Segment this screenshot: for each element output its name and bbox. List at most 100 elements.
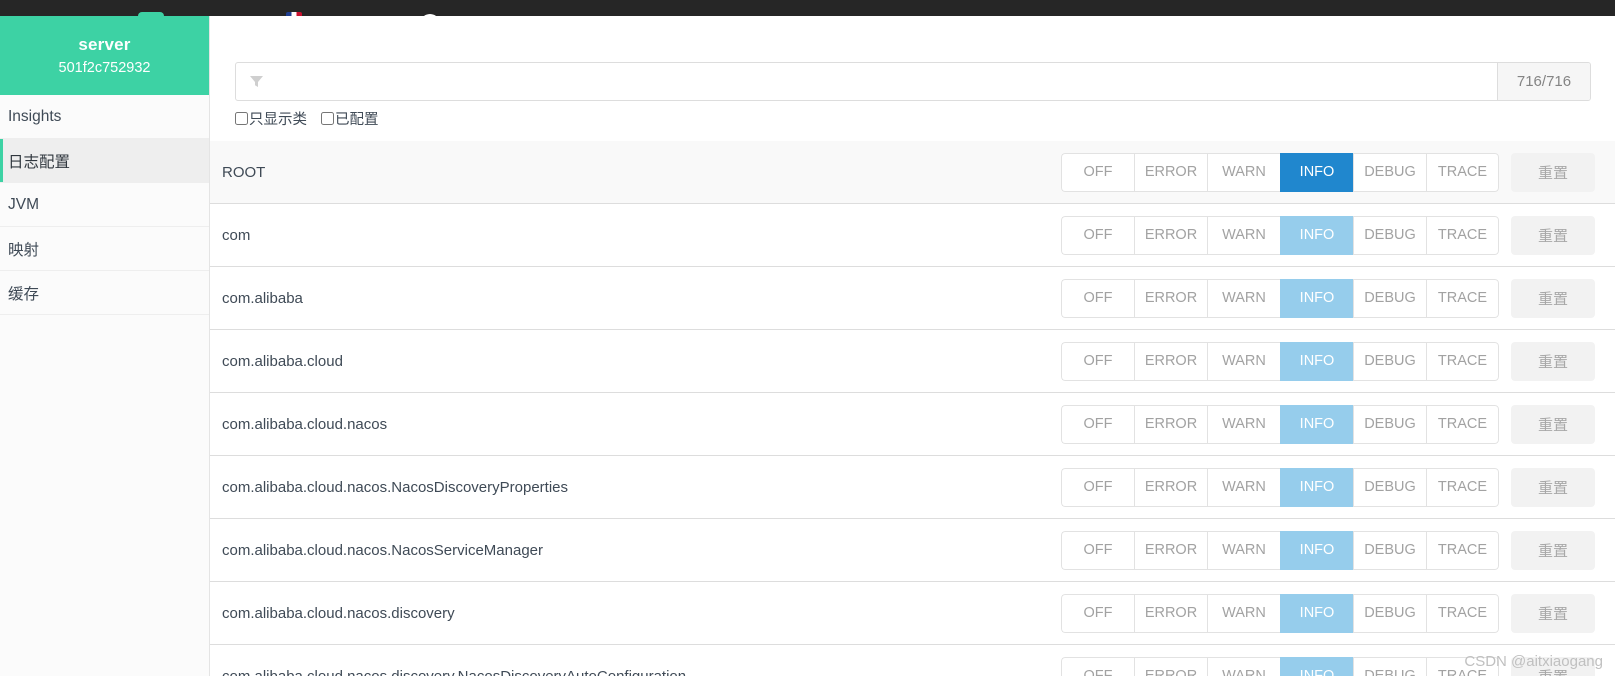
reset-button[interactable]: 重置 <box>1511 215 1595 255</box>
level-button-error[interactable]: ERROR <box>1134 467 1207 507</box>
level-button-trace[interactable]: TRACE <box>1426 404 1499 444</box>
table-row[interactable]: ROOT OFF ERROR WARN INFO DEBUG TRACE 重置 <box>210 141 1615 204</box>
level-button-error[interactable]: ERROR <box>1134 593 1207 633</box>
level-button-warn[interactable]: WARN <box>1207 341 1280 381</box>
logger-name: com.alibaba.cloud <box>222 352 343 370</box>
level-button-off[interactable]: OFF <box>1061 593 1134 633</box>
level-button-off[interactable]: OFF <box>1061 341 1134 381</box>
refresh-icon[interactable] <box>420 14 440 16</box>
level-button-trace[interactable]: TRACE <box>1426 656 1499 676</box>
reset-button[interactable]: 重置 <box>1511 593 1595 633</box>
table-row[interactable]: com.alibaba OFF ERROR WARN INFO DEBUG TRACE 重置 <box>210 267 1615 330</box>
sidebar-item-1[interactable]: 日志配置 <box>0 139 209 183</box>
level-button-warn[interactable]: WARN <box>1207 656 1280 676</box>
sidebar-item-2[interactable]: JVM <box>0 183 209 227</box>
level-button-trace[interactable]: TRACE <box>1426 341 1499 381</box>
flag-icon[interactable] <box>286 12 302 16</box>
level-button-error[interactable]: ERROR <box>1134 530 1207 570</box>
level-button-debug[interactable]: DEBUG <box>1353 530 1426 570</box>
reset-button[interactable]: 重置 <box>1511 404 1595 444</box>
level-button-debug[interactable]: DEBUG <box>1353 467 1426 507</box>
level-button-debug[interactable]: DEBUG <box>1353 278 1426 318</box>
level-button-trace[interactable]: TRACE <box>1426 593 1499 633</box>
level-button-debug[interactable]: DEBUG <box>1353 593 1426 633</box>
search-input-wrapper[interactable] <box>236 63 1497 100</box>
level-button-warn[interactable]: WARN <box>1207 467 1280 507</box>
reset-button[interactable]: 重置 <box>1511 341 1595 381</box>
level-button-error[interactable]: ERROR <box>1134 278 1207 318</box>
level-button-info[interactable]: INFO <box>1280 530 1353 570</box>
level-button-off[interactable]: OFF <box>1061 215 1134 255</box>
filter-checkbox-0[interactable]: 只显示类 <box>235 108 307 129</box>
level-button-off[interactable]: OFF <box>1061 467 1134 507</box>
level-button-group: OFF ERROR WARN INFO DEBUG TRACE <box>1061 278 1499 318</box>
logger-name: com.alibaba.cloud.nacos <box>222 415 388 433</box>
level-button-error[interactable]: ERROR <box>1134 656 1207 676</box>
level-button-info[interactable]: INFO <box>1280 467 1353 507</box>
logger-controls: OFFERRORWARNINFODEBUGTRACE 重置 <box>1061 152 1615 192</box>
reset-button[interactable]: 重置 <box>1511 152 1595 192</box>
level-button-warn[interactable]: WARN <box>1207 278 1280 318</box>
level-button-info[interactable]: INFO <box>1280 278 1353 318</box>
level-button-warn[interactable]: WARN <box>1207 404 1280 444</box>
table-row[interactable]: com.alibaba.cloud.nacos.discovery OFF ERRO… <box>210 582 1615 645</box>
top-bar <box>0 0 1615 16</box>
level-button-info[interactable]: INFO <box>1280 152 1353 192</box>
app-logo-icon[interactable] <box>138 12 164 16</box>
search-input[interactable] <box>273 73 1487 90</box>
level-button-trace[interactable]: TRACE <box>1426 215 1499 255</box>
level-button-error[interactable]: ERROR <box>1134 341 1207 381</box>
reset-button[interactable]: 重置 <box>1511 278 1595 318</box>
level-button-off[interactable]: OFF <box>1061 656 1134 676</box>
level-button-info[interactable]: INFO <box>1280 404 1353 444</box>
logger-table: ROOT OFF ERROR WARN INFO DEBUG TRACE 重置 com OFF ER… <box>210 141 1615 676</box>
filter-checkbox-input-0[interactable] <box>235 112 248 125</box>
sidebar-item-3[interactable]: 映射 <box>0 227 209 271</box>
level-button-warn[interactable]: WARN <box>1207 593 1280 633</box>
table-row[interactable]: com.alibaba.cloud OFF ERROR WARN INFO DEBUG TR… <box>210 330 1615 393</box>
sidebar-item-0[interactable]: Insights <box>0 95 209 139</box>
level-button-info[interactable]: INFO <box>1280 215 1353 255</box>
table-row[interactable]: com.alibaba.cloud.nacos.discovery.NacosD… <box>210 645 1615 676</box>
level-button-info[interactable]: INFO <box>1280 341 1353 381</box>
level-button-info[interactable]: INFO <box>1280 593 1353 633</box>
level-button-off[interactable]: OFF <box>1061 152 1134 192</box>
table-row[interactable]: com.alibaba.cloud.nacos.NacosDiscoveryPr… <box>210 456 1615 519</box>
level-button-warn[interactable]: WARN <box>1207 215 1280 255</box>
logger-name: com.alibaba <box>222 289 303 307</box>
level-button-info[interactable]: INFO <box>1280 656 1353 676</box>
reset-button[interactable]: 重置 <box>1511 656 1595 676</box>
level-button-error[interactable]: ERROR <box>1134 215 1207 255</box>
filter-checkbox-1[interactable]: 已配置 <box>321 108 379 129</box>
level-button-debug[interactable]: DEBUG <box>1353 341 1426 381</box>
sidebar-item-label: Insights <box>8 107 62 125</box>
level-button-trace[interactable]: TRACE <box>1426 467 1499 507</box>
level-button-off[interactable]: OFF <box>1061 278 1134 318</box>
logger-name: ROOT <box>222 163 266 181</box>
level-button-group: OFF ERROR WARN INFO DEBUG TRACE <box>1061 530 1499 570</box>
reset-button[interactable]: 重置 <box>1511 467 1595 507</box>
table-row[interactable]: com.alibaba.cloud.nacos.NacosServiceMana… <box>210 519 1615 582</box>
level-button-warn[interactable]: WARN <box>1207 530 1280 570</box>
level-button-error[interactable]: ERROR <box>1134 404 1207 444</box>
level-button-trace[interactable]: TRACE <box>1426 278 1499 318</box>
level-button-warn[interactable]: WARN <box>1207 152 1280 192</box>
main-content: 716/716 只显示类 已配置 ROOT OFF ERROR WARN INFO DEBU… <box>210 16 1615 676</box>
level-button-error[interactable]: ERROR <box>1134 152 1207 192</box>
reset-button[interactable]: 重置 <box>1511 530 1595 570</box>
level-button-off[interactable]: OFF <box>1061 530 1134 570</box>
sidebar-item-4[interactable]: 缓存 <box>0 271 209 315</box>
table-row[interactable]: com OFF ERROR WARN INFO DEBUG TRACE 重置 <box>210 204 1615 267</box>
level-button-off[interactable]: OFF <box>1061 404 1134 444</box>
level-button-debug[interactable]: DEBUG <box>1353 215 1426 255</box>
level-button-group: OFF ERROR WARN INFO DEBUG TRACE <box>1061 656 1499 676</box>
level-button-debug[interactable]: DEBUG <box>1353 656 1426 676</box>
filter-checkbox-row: 只显示类 已配置 <box>235 108 1591 129</box>
level-button-trace[interactable]: TRACE <box>1426 152 1499 192</box>
sidebar-item-label: 映射 <box>8 241 40 259</box>
filter-checkbox-input-1[interactable] <box>321 112 334 125</box>
table-row[interactable]: com.alibaba.cloud.nacos OFF ERROR WARN INFO D… <box>210 393 1615 456</box>
level-button-trace[interactable]: TRACE <box>1426 530 1499 570</box>
level-button-debug[interactable]: DEBUG <box>1353 152 1426 192</box>
level-button-debug[interactable]: DEBUG <box>1353 404 1426 444</box>
